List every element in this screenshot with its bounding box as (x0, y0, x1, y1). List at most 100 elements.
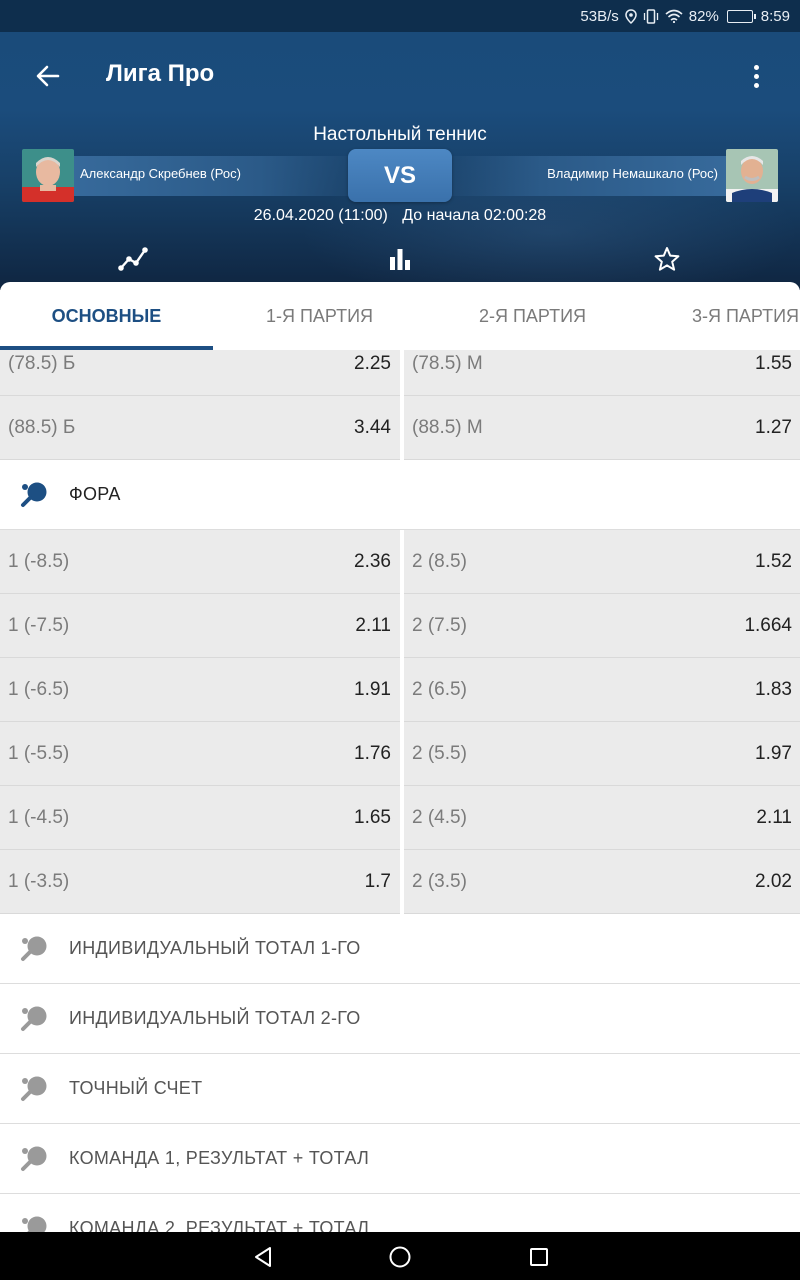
sport-name: Настольный теннис (313, 124, 487, 145)
bar-chart-icon (390, 249, 410, 270)
odds-over[interactable]: (78.5) Б 2.25 (0, 350, 400, 396)
table-tennis-paddle-icon (20, 934, 50, 964)
section-individual-total-1[interactable]: ИНДИВИДУАЛЬНЫЙ ТОТАЛ 1-ГО (0, 914, 800, 984)
table-tennis-paddle-icon (20, 1004, 50, 1034)
odds-value: 1.91 (354, 679, 391, 700)
odds-team2[interactable]: 2 (3.5) 2.02 (400, 850, 800, 914)
odds-label: (78.5) М (412, 353, 483, 374)
section-label: ИНДИВИДУАЛЬНЫЙ ТОТАЛ 1-ГО (69, 938, 361, 958)
odds-label: 2 (6.5) (412, 679, 467, 700)
tab-main[interactable]: ОСНОВНЫЕ (0, 282, 213, 350)
tab-set-1[interactable]: 1-Я ПАРТИЯ (213, 282, 426, 350)
section-team1-result-total[interactable]: КОМАНДА 1, РЕЗУЛЬТАТ + ТОТАЛ (0, 1124, 800, 1194)
vibrate-icon (643, 8, 658, 24)
odds-over[interactable]: (88.5) Б 3.44 (0, 396, 400, 460)
odds-label: 2 (5.5) (412, 743, 467, 764)
odds-row: 1 (-3.5) 1.7 2 (3.5) 2.02 (0, 850, 800, 914)
odds-team2[interactable]: 2 (6.5) 1.83 (400, 658, 800, 722)
odds-label: 1 (-3.5) (8, 871, 70, 892)
player1-name: Александр Скребнев (Рос) (80, 166, 241, 181)
arrow-left-icon (36, 65, 60, 87)
section-label: ФОРА (69, 484, 121, 504)
favorite-button[interactable] (647, 244, 687, 274)
line-chart-button[interactable] (113, 244, 153, 274)
odds-value: 1.65 (354, 807, 391, 828)
match-time: 26.04.2020 (11:00) До начала 02:00:28 (0, 207, 800, 225)
section-handicap[interactable]: ФОРА (0, 460, 800, 530)
odds-team2[interactable]: 2 (7.5) 1.664 (400, 594, 800, 658)
nav-back-button[interactable] (248, 1242, 278, 1272)
odds-value: 1.83 (755, 679, 792, 700)
table-tennis-paddle-icon (20, 1144, 50, 1174)
square-recents-icon (530, 1248, 548, 1266)
odds-label: 1 (-8.5) (8, 551, 70, 572)
odds-label: 2 (7.5) (412, 615, 467, 636)
player2-name: Владимир Немашкало (Рос) (547, 166, 718, 181)
nav-home-button[interactable] (385, 1242, 415, 1272)
odds-value: 2.25 (354, 353, 391, 374)
more-vert-icon[interactable] (740, 58, 772, 94)
odds-label: 1 (-5.5) (8, 743, 70, 764)
page-title: Лига Про (106, 60, 215, 87)
odds-value: 1.664 (744, 615, 792, 636)
markets-list[interactable]: (78.5) Б 2.25 (78.5) М 1.55 (88.5) Б 3.4… (0, 350, 800, 1232)
section-label: ИНДИВИДУАЛЬНЫЙ ТОТАЛ 2-ГО (69, 1008, 361, 1028)
odds-team2[interactable]: 2 (4.5) 2.11 (400, 786, 800, 850)
player1-avatar[interactable] (22, 149, 74, 202)
odds-value: 1.55 (755, 353, 792, 374)
odds-team1[interactable]: 1 (-7.5) 2.11 (0, 594, 400, 658)
odds-team1[interactable]: 1 (-6.5) 1.91 (0, 658, 400, 722)
table-tennis-paddle-icon (20, 480, 50, 510)
system-nav-bar (0, 1232, 800, 1280)
back-button[interactable] (28, 58, 68, 94)
odds-row: 1 (-8.5) 2.36 2 (8.5) 1.52 (0, 530, 800, 594)
tab-set-3[interactable]: 3-Я ПАРТИЯ (639, 282, 800, 350)
section-team2-result-total[interactable]: КОМАНДА 2, РЕЗУЛЬТАТ + ТОТАЛ (0, 1194, 800, 1232)
odds-team1[interactable]: 1 (-3.5) 1.7 (0, 850, 400, 914)
odds-team2[interactable]: 2 (5.5) 1.97 (400, 722, 800, 786)
wifi-icon (665, 9, 683, 23)
odds-value: 3.44 (354, 417, 391, 438)
line-chart-icon (118, 247, 148, 271)
odds-value: 1.27 (755, 417, 792, 438)
odds-row: 1 (-4.5) 1.65 2 (4.5) 2.11 (0, 786, 800, 850)
odds-label: 1 (-7.5) (8, 615, 70, 636)
odds-under[interactable]: (88.5) М 1.27 (400, 396, 800, 460)
triangle-back-icon (255, 1247, 271, 1267)
match-header: Лига Про Настольный теннис Александр Скр… (0, 32, 800, 290)
table-tennis-paddle-icon (20, 1074, 50, 1104)
odds-under[interactable]: (78.5) М 1.55 (400, 350, 800, 396)
section-label: КОМАНДА 1, РЕЗУЛЬТАТ + ТОТАЛ (69, 1148, 370, 1168)
odds-team2[interactable]: 2 (8.5) 1.52 (400, 530, 800, 594)
section-label: ТОЧНЫЙ СЧЕТ (69, 1078, 203, 1098)
odds-value: 2.11 (355, 615, 391, 636)
odds-team1[interactable]: 1 (-8.5) 2.36 (0, 530, 400, 594)
odds-label: 2 (8.5) (412, 551, 467, 572)
odds-label: 1 (-4.5) (8, 807, 70, 828)
circle-home-icon (389, 1246, 411, 1268)
odds-row: (78.5) Б 2.25 (78.5) М 1.55 (0, 350, 800, 396)
odds-value: 1.7 (364, 871, 391, 892)
bar-chart-button[interactable] (380, 244, 420, 274)
vs-badge: VS (348, 149, 452, 202)
player2-avatar[interactable] (726, 149, 778, 202)
odds-row: 1 (-6.5) 1.91 2 (6.5) 1.83 (0, 658, 800, 722)
nav-recents-button[interactable] (524, 1242, 554, 1272)
odds-value: 1.52 (755, 551, 792, 572)
odds-value: 1.76 (354, 743, 391, 764)
section-exact-score[interactable]: ТОЧНЫЙ СЧЕТ (0, 1054, 800, 1124)
star-outline-icon (654, 247, 680, 271)
odds-label: (78.5) Б (8, 353, 76, 374)
odds-team1[interactable]: 1 (-4.5) 1.65 (0, 786, 400, 850)
section-individual-total-2[interactable]: ИНДИВИДУАЛЬНЫЙ ТОТАЛ 2-ГО (0, 984, 800, 1054)
odds-value: 2.11 (756, 807, 792, 828)
odds-value: 1.97 (755, 743, 792, 764)
odds-row: 1 (-7.5) 2.11 2 (7.5) 1.664 (0, 594, 800, 658)
match-date: 26.04.2020 (11:00) (253, 207, 388, 224)
odds-row: (88.5) Б 3.44 (88.5) М 1.27 (0, 396, 800, 460)
tab-set-2[interactable]: 2-Я ПАРТИЯ (426, 282, 639, 350)
battery-percent: 82% (688, 7, 719, 25)
section-label: КОМАНДА 2, РЕЗУЛЬТАТ + ТОТАЛ (69, 1218, 370, 1232)
odds-value: 2.36 (354, 551, 391, 572)
odds-team1[interactable]: 1 (-5.5) 1.76 (0, 722, 400, 786)
